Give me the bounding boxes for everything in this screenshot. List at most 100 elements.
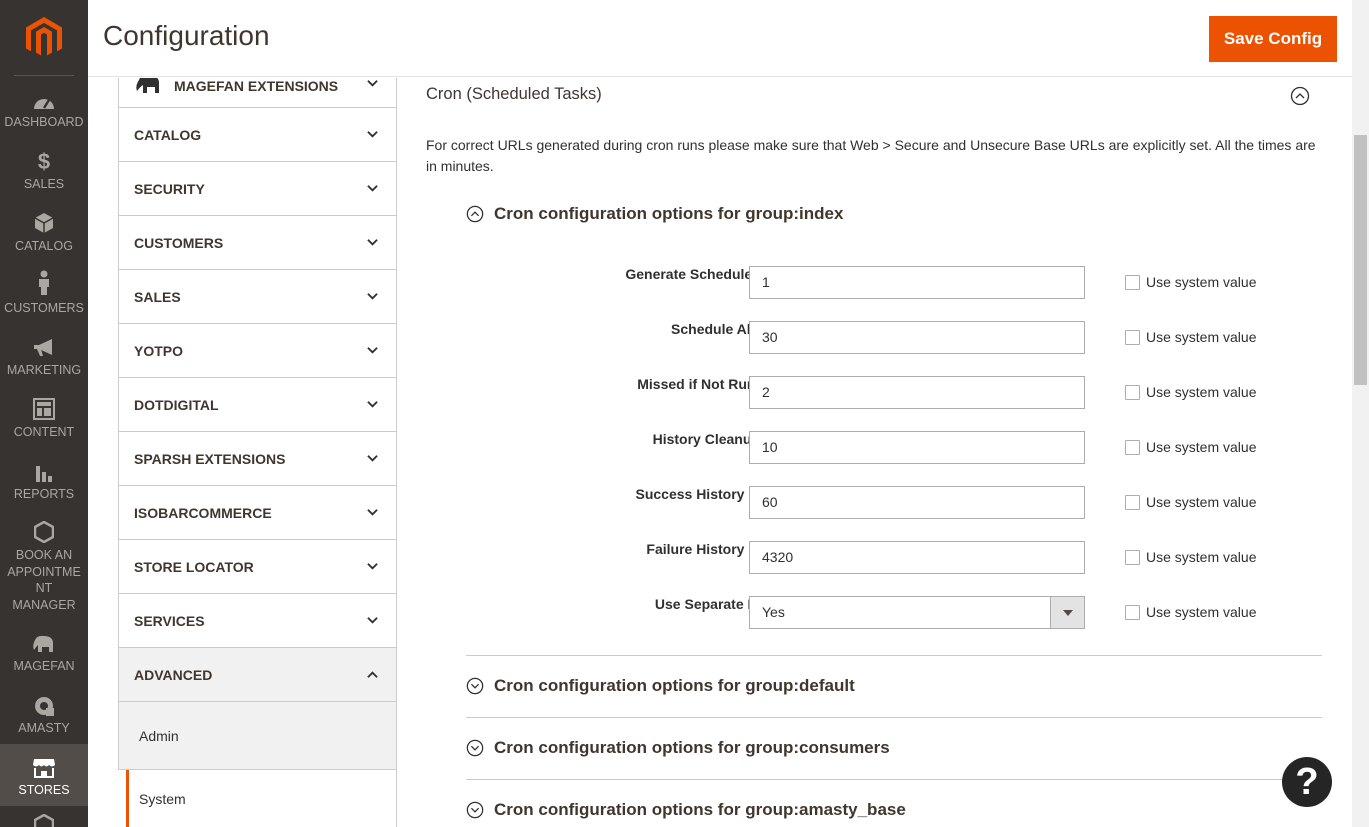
nav-item-dashboard[interactable]: DASHBOARD <box>0 76 88 138</box>
select-arrow[interactable] <box>1050 597 1084 628</box>
use-system-value[interactable]: Use system value <box>1125 274 1256 290</box>
scrollbar-thumb[interactable] <box>1354 135 1367 385</box>
tab-sparsh-extensions[interactable]: SPARSH EXTENSIONS <box>118 432 397 486</box>
nav-item-amasty[interactable]: AMASTY <box>0 682 88 744</box>
nav-label: CUSTOMERS <box>4 300 84 315</box>
tab-customers[interactable]: CUSTOMERS <box>118 216 397 270</box>
magento-logo-icon <box>26 16 62 55</box>
nav-item-customers[interactable]: CUSTOMERS <box>0 262 88 324</box>
collapse-circle-icon[interactable] <box>1290 86 1310 106</box>
nav-item-stores[interactable]: STORES <box>0 744 88 806</box>
use-system-value-checkbox[interactable] <box>1125 494 1140 510</box>
tab-label: SPARSH EXTENSIONS <box>134 450 286 467</box>
use-system-value-label: Use system value <box>1146 549 1257 565</box>
use-system-value-checkbox[interactable] <box>1125 549 1140 565</box>
tab-label: ISOBARCOMMERCE <box>134 504 272 521</box>
svg-text:$: $ <box>38 150 50 172</box>
nav-item-book-appointment[interactable]: BOOK AN APPOINTME NT MANAGER <box>0 510 88 620</box>
chevron-down-icon <box>367 563 378 570</box>
tab-item-admin[interactable]: Admin <box>118 702 397 770</box>
expand-circle-icon <box>466 739 484 757</box>
use-system-value-checkbox[interactable] <box>1125 329 1140 345</box>
tab-label: ADVANCED <box>134 666 213 683</box>
save-config-button[interactable]: Save Config <box>1209 16 1337 62</box>
use-system-value[interactable]: Use system value <box>1125 494 1256 510</box>
chevron-down-icon <box>367 509 378 516</box>
failure-history-input[interactable]: 4320 <box>749 541 1085 574</box>
tab-advanced[interactable]: ADVANCED <box>118 648 397 702</box>
magefan-elephant-icon <box>136 78 159 93</box>
field-row: Generate Schedules Every[global] 1 Use s… <box>466 266 1322 300</box>
use-system-value-label: Use system value <box>1146 604 1257 620</box>
tab-store-locator[interactable]: STORE LOCATOR <box>118 540 397 594</box>
tab-dotdigital[interactable]: DOTDIGITAL <box>118 378 397 432</box>
page-scrollbar[interactable] <box>1352 0 1369 827</box>
use-system-value[interactable]: Use system value <box>1125 329 1256 345</box>
elephant-icon <box>33 635 53 652</box>
nav-item-content[interactable]: CONTENT <box>0 386 88 448</box>
chevron-up-icon <box>367 671 378 678</box>
generate-schedules-input[interactable]: 1 <box>749 266 1085 299</box>
use-system-value-checkbox[interactable] <box>1125 274 1140 290</box>
tab-label: STORE LOCATOR <box>134 558 254 575</box>
nav-item-marketing[interactable]: MARKETING <box>0 324 88 386</box>
divider <box>466 717 1322 718</box>
nav-label: SALES <box>23 176 65 191</box>
admin-menu: DASHBOARD $ SALES CATALOG CUSTOMERS MARK… <box>0 0 88 827</box>
tab-item-system[interactable]: System <box>126 770 397 827</box>
chevron-down-icon <box>367 617 378 624</box>
use-system-value-checkbox[interactable] <box>1125 604 1140 620</box>
nav-item-sales[interactable]: $ SALES <box>0 138 88 200</box>
tab-catalog[interactable]: CATALOG <box>118 108 397 162</box>
tab-magefan-extensions[interactable]: MAGEFAN EXTENSIONS <box>118 78 397 108</box>
page-title: Configuration <box>103 20 270 51</box>
field-row: History Cleanup Every[global] 10 Use sys… <box>466 431 1322 465</box>
nav-label: CONTENT <box>13 424 75 439</box>
chevron-down-icon <box>367 239 378 246</box>
use-system-value-checkbox[interactable] <box>1125 384 1140 400</box>
nav-item-catalog[interactable]: CATALOG <box>0 200 88 262</box>
use-system-value[interactable]: Use system value <box>1125 384 1256 400</box>
tab-yotpo[interactable]: YOTPO <box>118 324 397 378</box>
page-header: Configuration Save Config <box>88 0 1352 77</box>
group-header-amasty-base[interactable]: Cron configuration options for group:ama… <box>466 800 1322 820</box>
nav-item-magefan[interactable]: MAGEFAN <box>0 620 88 682</box>
tab-label: DOTDIGITAL <box>134 396 219 413</box>
magento-logo[interactable] <box>14 0 74 76</box>
help-button[interactable]: ? <box>1282 757 1332 807</box>
tab-label: SERVICES <box>134 612 205 629</box>
success-history-input[interactable]: 60 <box>749 486 1085 519</box>
group-header-index[interactable]: Cron configuration options for group:ind… <box>466 204 1322 224</box>
tab-services[interactable]: SERVICES <box>118 594 397 648</box>
section-comment: For correct URLs generated during cron r… <box>426 137 1316 174</box>
chevron-down-icon <box>367 185 378 192</box>
nav-label: REPORTS <box>13 486 75 501</box>
group-header-consumers[interactable]: Cron configuration options for group:con… <box>466 738 1322 758</box>
use-system-value[interactable]: Use system value <box>1125 549 1256 565</box>
use-system-value-label: Use system value <box>1146 329 1257 345</box>
section-title-cron[interactable]: Cron (Scheduled Tasks) <box>426 85 602 104</box>
use-system-value[interactable]: Use system value <box>1125 439 1256 455</box>
missed-if-not-run-input[interactable]: 2 <box>749 376 1085 409</box>
schedule-ahead-input[interactable]: 30 <box>749 321 1085 354</box>
tab-label: MAGEFAN EXTENSIONS <box>174 78 339 94</box>
dollar-icon: $ <box>38 150 50 172</box>
tab-isobarcommerce[interactable]: ISOBARCOMMERCE <box>118 486 397 540</box>
group-header-default[interactable]: Cron configuration options for group:def… <box>466 676 1322 696</box>
megaphone-icon <box>34 338 52 356</box>
field-row: Success History Lifetime[global] 60 Use … <box>466 486 1322 520</box>
use-system-value-checkbox[interactable] <box>1125 439 1140 455</box>
history-cleanup-input[interactable]: 10 <box>749 431 1085 464</box>
config-tabs: MAGEFAN EXTENSIONS CATALOG SECURITY CUST… <box>118 78 397 827</box>
group-title: Cron configuration options for group:con… <box>494 738 890 757</box>
tab-security[interactable]: SECURITY <box>118 162 397 216</box>
chevron-down-icon <box>367 347 378 354</box>
field-row: Missed if Not Run Within[global] 2 Use s… <box>466 376 1322 410</box>
nav-label: AMASTY <box>18 720 70 735</box>
nav-item-reports[interactable]: REPORTS <box>0 448 88 510</box>
use-separate-process-select[interactable]: Yes <box>749 596 1085 629</box>
field-row: Failure History Lifetime[global] 4320 Us… <box>466 541 1322 575</box>
nav-item-more[interactable] <box>0 806 88 827</box>
tab-sales[interactable]: SALES <box>118 270 397 324</box>
use-system-value[interactable]: Use system value <box>1125 604 1256 620</box>
